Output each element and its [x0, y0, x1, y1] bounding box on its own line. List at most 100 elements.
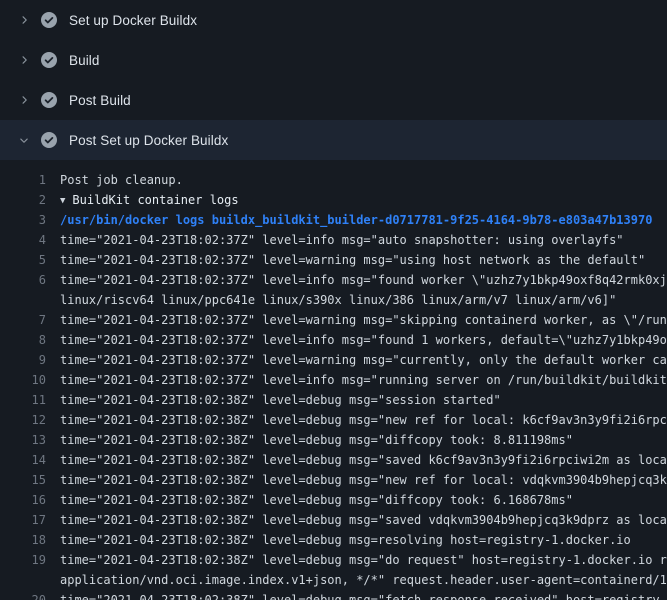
- log-line: 11time="2021-04-23T18:02:38Z" level=debu…: [0, 390, 667, 410]
- line-number[interactable]: 14: [0, 450, 60, 470]
- line-number[interactable]: 15: [0, 470, 60, 490]
- line-number[interactable]: 16: [0, 490, 60, 510]
- line-number[interactable]: 4: [0, 230, 60, 250]
- log-text: time="2021-04-23T18:02:38Z" level=debug …: [60, 410, 667, 430]
- chevron-right-icon: [16, 92, 32, 108]
- chevron-down-icon: [16, 132, 32, 148]
- line-number[interactable]: 11: [0, 390, 60, 410]
- log-text-wrap: application/vnd.oci.image.index.v1+json,…: [60, 570, 667, 590]
- log-line: 14time="2021-04-23T18:02:38Z" level=debu…: [0, 450, 667, 470]
- log-line: 3/usr/bin/docker logs buildx_buildkit_bu…: [0, 210, 667, 230]
- log-line: 6time="2021-04-23T18:02:37Z" level=info …: [0, 270, 667, 310]
- log-line: 9time="2021-04-23T18:02:37Z" level=warni…: [0, 350, 667, 370]
- log-text: time="2021-04-23T18:02:38Z" level=debug …: [60, 550, 667, 590]
- log-text: time="2021-04-23T18:02:37Z" level=warnin…: [60, 310, 667, 330]
- log-text-line: time="2021-04-23T18:02:37Z" level=warnin…: [60, 250, 667, 270]
- disclosure-triangle-icon: ▼: [60, 191, 65, 210]
- line-number[interactable]: 3: [0, 210, 60, 230]
- log-line: 16time="2021-04-23T18:02:38Z" level=debu…: [0, 490, 667, 510]
- log-line: 2▼BuildKit container logs: [0, 190, 667, 210]
- step-header-post-set-up-docker-buildx[interactable]: Post Set up Docker Buildx: [0, 120, 667, 160]
- log-text: time="2021-04-23T18:02:38Z" level=debug …: [60, 450, 667, 470]
- line-number[interactable]: 19: [0, 550, 60, 570]
- log-text: time="2021-04-23T18:02:37Z" level=info m…: [60, 270, 667, 310]
- line-number[interactable]: 6: [0, 270, 60, 290]
- log-text-line: /usr/bin/docker logs buildx_buildkit_bui…: [60, 210, 667, 230]
- log-line: 19time="2021-04-23T18:02:38Z" level=debu…: [0, 550, 667, 590]
- log-line: 18time="2021-04-23T18:02:38Z" level=debu…: [0, 530, 667, 550]
- line-number[interactable]: 9: [0, 350, 60, 370]
- log-text: time="2021-04-23T18:02:38Z" level=debug …: [60, 490, 667, 510]
- log-text: time="2021-04-23T18:02:38Z" level=debug …: [60, 430, 667, 450]
- step-header-post-build[interactable]: Post Build: [0, 80, 667, 120]
- log-text: time="2021-04-23T18:02:37Z" level=info m…: [60, 330, 667, 350]
- step-label: Build: [69, 53, 100, 68]
- log-text: time="2021-04-23T18:02:37Z" level=warnin…: [60, 350, 667, 370]
- log-text: time="2021-04-23T18:02:38Z" level=debug …: [60, 530, 667, 550]
- step-label: Set up Docker Buildx: [69, 13, 197, 28]
- log-line: 10time="2021-04-23T18:02:37Z" level=info…: [0, 370, 667, 390]
- log-text-line: time="2021-04-23T18:02:38Z" level=debug …: [60, 390, 667, 410]
- log-line: 12time="2021-04-23T18:02:38Z" level=debu…: [0, 410, 667, 430]
- log-line: 15time="2021-04-23T18:02:38Z" level=debu…: [0, 470, 667, 490]
- log-text-line: time="2021-04-23T18:02:38Z" level=debug …: [60, 590, 667, 600]
- log-line: 7time="2021-04-23T18:02:37Z" level=warni…: [0, 310, 667, 330]
- log-text: time="2021-04-23T18:02:38Z" level=debug …: [60, 590, 667, 600]
- log-text-line: time="2021-04-23T18:02:38Z" level=debug …: [60, 410, 667, 430]
- log-line: 8time="2021-04-23T18:02:37Z" level=info …: [0, 330, 667, 350]
- check-circle-icon: [41, 52, 57, 68]
- line-number[interactable]: 2: [0, 190, 60, 210]
- line-number[interactable]: 12: [0, 410, 60, 430]
- log-text-line: time="2021-04-23T18:02:37Z" level=warnin…: [60, 350, 667, 370]
- log-text-line: ▼BuildKit container logs: [60, 190, 667, 210]
- step-header-build[interactable]: Build: [0, 40, 667, 80]
- log-text-line: time="2021-04-23T18:02:38Z" level=debug …: [60, 550, 667, 570]
- log-container: 1Post job cleanup.2▼BuildKit container l…: [0, 160, 667, 600]
- log-text-line: time="2021-04-23T18:02:38Z" level=debug …: [60, 470, 667, 490]
- log-text: time="2021-04-23T18:02:37Z" level=warnin…: [60, 250, 667, 270]
- log-group-header[interactable]: ▼BuildKit container logs: [60, 190, 667, 210]
- steps-list: Set up Docker Buildx Build Post Build Post …: [0, 0, 667, 160]
- check-circle-icon: [41, 92, 57, 108]
- chevron-right-icon: [16, 12, 32, 28]
- log-text-line: time="2021-04-23T18:02:37Z" level=info m…: [60, 270, 667, 290]
- line-number[interactable]: 8: [0, 330, 60, 350]
- log-line: 5time="2021-04-23T18:02:37Z" level=warni…: [0, 250, 667, 270]
- log-text: time="2021-04-23T18:02:38Z" level=debug …: [60, 470, 667, 490]
- actions-log-panel: Set up Docker Buildx Build Post Build Post …: [0, 0, 667, 600]
- line-number[interactable]: 5: [0, 250, 60, 270]
- line-number[interactable]: 10: [0, 370, 60, 390]
- log-command-text: /usr/bin/docker logs buildx_buildkit_bui…: [60, 210, 667, 230]
- log-text-line: time="2021-04-23T18:02:37Z" level=warnin…: [60, 310, 667, 330]
- log-text-line: time="2021-04-23T18:02:37Z" level=info m…: [60, 330, 667, 350]
- log-text: time="2021-04-23T18:02:37Z" level=info m…: [60, 370, 667, 390]
- log-text-line: time="2021-04-23T18:02:38Z" level=debug …: [60, 530, 667, 550]
- log-text-line: time="2021-04-23T18:02:38Z" level=debug …: [60, 450, 667, 470]
- check-circle-icon: [41, 132, 57, 148]
- log-line: 1Post job cleanup.: [0, 170, 667, 190]
- line-number[interactable]: 17: [0, 510, 60, 530]
- log-text-line: time="2021-04-23T18:02:38Z" level=debug …: [60, 430, 667, 450]
- log-line: 17time="2021-04-23T18:02:38Z" level=debu…: [0, 510, 667, 530]
- log-text-line: time="2021-04-23T18:02:37Z" level=info m…: [60, 230, 667, 250]
- step-label: Post Build: [69, 93, 131, 108]
- log-text-line: time="2021-04-23T18:02:37Z" level=info m…: [60, 370, 667, 390]
- line-number[interactable]: 18: [0, 530, 60, 550]
- line-number[interactable]: 1: [0, 170, 60, 190]
- check-circle-icon: [41, 12, 57, 28]
- log-text-line: Post job cleanup.: [60, 170, 667, 190]
- log-line: 20time="2021-04-23T18:02:38Z" level=debu…: [0, 590, 667, 600]
- line-number[interactable]: 13: [0, 430, 60, 450]
- step-header-set-up-docker-buildx[interactable]: Set up Docker Buildx: [0, 0, 667, 40]
- log-text: time="2021-04-23T18:02:38Z" level=debug …: [60, 390, 667, 410]
- log-line: 13time="2021-04-23T18:02:38Z" level=debu…: [0, 430, 667, 450]
- log-text-line: time="2021-04-23T18:02:38Z" level=debug …: [60, 490, 667, 510]
- line-number[interactable]: 20: [0, 590, 60, 600]
- log-line: 4time="2021-04-23T18:02:37Z" level=info …: [0, 230, 667, 250]
- log-text-wrap: linux/riscv64 linux/ppc641e linux/s390x …: [60, 290, 667, 310]
- log-text: time="2021-04-23T18:02:37Z" level=info m…: [60, 230, 667, 250]
- chevron-right-icon: [16, 52, 32, 68]
- log-text: Post job cleanup.: [60, 170, 667, 190]
- line-number[interactable]: 7: [0, 310, 60, 330]
- step-label: Post Set up Docker Buildx: [69, 133, 228, 148]
